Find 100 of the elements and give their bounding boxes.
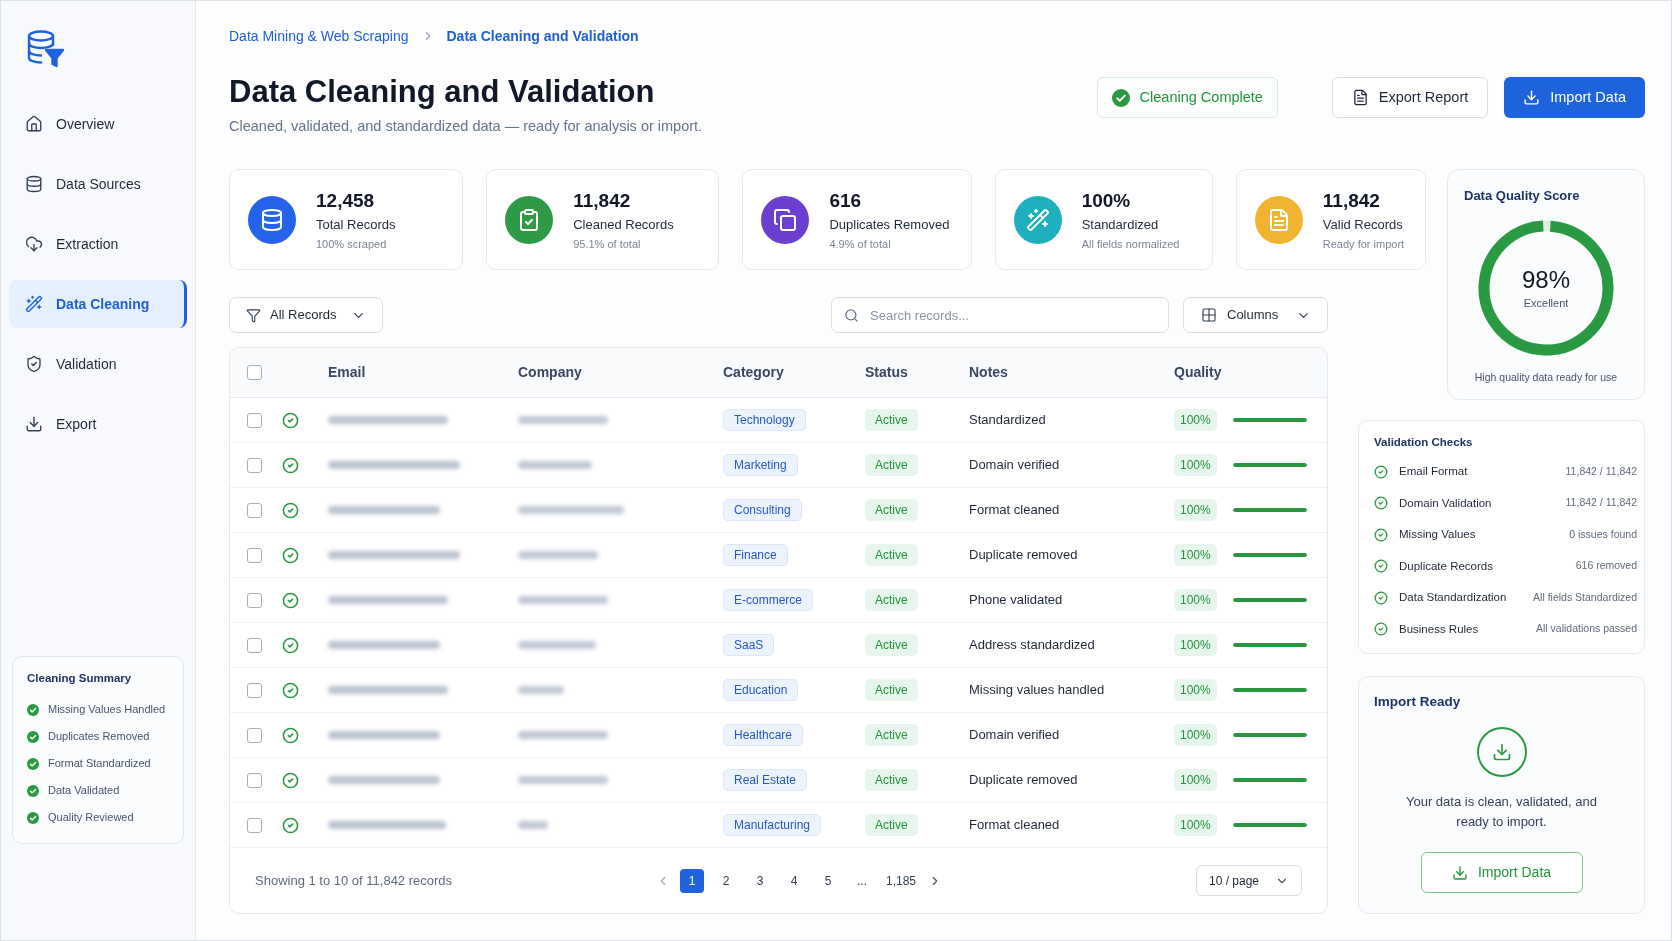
nav-item[interactable]: Overview	[9, 100, 187, 148]
breadcrumb-link[interactable]: Data Mining & Web Scraping	[229, 25, 409, 47]
checkbox[interactable]	[247, 502, 262, 518]
check-label: Domain Validation	[1399, 495, 1492, 511]
status-tag: Active	[865, 409, 918, 431]
import-data-button[interactable]: Import Data	[1420, 852, 1583, 893]
stat-note: All fields normalized	[1081, 236, 1180, 251]
check-result: 0 issues found	[1569, 526, 1637, 542]
nav-item[interactable]: Extraction	[9, 220, 187, 268]
page-button[interactable]: ...	[850, 868, 874, 893]
page-button[interactable]: 5	[816, 868, 840, 893]
cloud-download-icon	[25, 235, 43, 253]
nav-item[interactable]: Data Cleaning	[9, 280, 187, 328]
category-tag: Technology	[723, 409, 806, 431]
category-tag: Education	[723, 679, 799, 701]
import-message: Your data is clean, validated, and ready to import.	[1404, 793, 1598, 831]
stat-note: 4.9% of total	[829, 236, 892, 251]
quality-tag: 100%	[1174, 724, 1217, 746]
checkbox[interactable]	[247, 547, 262, 563]
nav-item[interactable]: Data Sources	[9, 160, 187, 208]
export-report-button[interactable]: Export Report	[1331, 77, 1489, 118]
stat-label: Valid Records	[1322, 215, 1404, 234]
checkbox[interactable]	[247, 457, 262, 473]
status-tag: Active	[865, 724, 918, 746]
stat-label: Total Records	[316, 215, 396, 234]
checkbox[interactable]	[247, 817, 262, 833]
quality-tag: 100%	[1174, 499, 1217, 521]
stat-note: 100% scraped	[316, 236, 388, 251]
check-label: Duplicate Records	[1399, 558, 1493, 574]
page-subtitle: Cleaned, validated, and standardized data — ready for analysis or import.	[229, 117, 703, 136]
check-label: Missing Values	[1399, 527, 1476, 543]
column-header: Email	[328, 363, 366, 382]
magic-wand-icon	[25, 295, 43, 313]
summary-item: Missing Values Handled	[48, 702, 166, 718]
checkbox[interactable]	[247, 637, 262, 653]
database-filter-logo	[26, 29, 66, 69]
page-button[interactable]: 3	[748, 868, 772, 893]
table-cell-text: Address standardized	[969, 636, 1095, 655]
column-header: Company	[518, 363, 582, 382]
table-cell-text: Standardized	[969, 411, 1046, 430]
card-title: Import Ready	[1373, 693, 1461, 711]
status-tag: Active	[865, 634, 918, 656]
records-summary: Showing 1 to 10 of 11,842 records	[255, 871, 454, 890]
check-result: 616 removed	[1575, 558, 1637, 574]
grid-icon	[1201, 307, 1217, 323]
page-title: Data Cleaning and Validation	[229, 73, 656, 111]
page-button[interactable]: 1	[680, 868, 704, 893]
filter-dropdown[interactable]: All Records	[229, 297, 383, 333]
status-badge: Cleaning Complete	[1096, 77, 1278, 118]
card-title: Validation Checks	[1374, 435, 1474, 450]
checkbox[interactable]	[247, 682, 262, 698]
page-button[interactable]: 2	[714, 868, 738, 893]
funnel-icon	[246, 307, 261, 323]
checkbox[interactable]	[247, 365, 262, 380]
stat-value: 616	[829, 188, 863, 213]
card-title: Data Quality Score	[1463, 187, 1580, 205]
import-data-button[interactable]: Import Data	[1504, 77, 1645, 118]
table-cell-text: Duplicate removed	[969, 546, 1078, 565]
table-cell-text: Missing values handled	[969, 681, 1105, 700]
category-tag: E-commerce	[723, 589, 813, 611]
page-button[interactable]: 1,185	[884, 868, 919, 893]
stat-value: 11,842	[1322, 188, 1381, 213]
table-cell-text: Domain verified	[969, 726, 1060, 745]
stat-value: 11,842	[573, 188, 632, 213]
columns-dropdown[interactable]: Columns	[1183, 297, 1328, 333]
nav-item[interactable]: Export	[9, 400, 187, 448]
page-button[interactable]: 4	[782, 868, 806, 893]
check-result: 11,842 / 11,842	[1565, 495, 1637, 511]
checkbox[interactable]	[247, 592, 262, 608]
quality-tag: 100%	[1174, 409, 1217, 431]
database-icon	[25, 175, 43, 193]
check-circle-icon	[1111, 88, 1130, 107]
quality-tag: 100%	[1174, 769, 1217, 791]
table-cell-text: Duplicate removed	[969, 771, 1078, 790]
nav-item[interactable]: Validation	[9, 340, 187, 388]
checkbox[interactable]	[247, 772, 262, 788]
breadcrumb-link[interactable]: Data Cleaning and Validation	[446, 25, 639, 47]
page-size-select[interactable]: 10 / page	[1196, 865, 1302, 896]
check-result: All fields Standardized	[1533, 589, 1637, 605]
search-icon	[844, 307, 859, 323]
summary-item: Quality Reviewed	[48, 810, 134, 826]
checkbox[interactable]	[247, 412, 262, 428]
status-tag: Active	[865, 454, 918, 476]
quality-tag: 100%	[1174, 634, 1217, 656]
check-label: Business Rules	[1399, 621, 1479, 637]
status-tag: Active	[865, 679, 918, 701]
quality-tag: 100%	[1174, 589, 1217, 611]
status-tag: Active	[865, 544, 918, 566]
stat-label: Duplicates Removed	[829, 215, 950, 234]
shield-check-icon	[25, 355, 43, 373]
category-tag: Manufacturing	[723, 814, 822, 836]
table-cell-text: Format cleaned	[969, 501, 1060, 520]
checkbox[interactable]	[247, 727, 262, 743]
status-tag: Active	[865, 589, 918, 611]
stat-note: 95.1% of total	[573, 236, 642, 251]
download-icon	[1451, 864, 1468, 881]
stat-label: Standardized	[1081, 215, 1160, 234]
column-header: Quality	[1174, 363, 1222, 382]
column-header: Status	[865, 363, 908, 382]
search-field[interactable]: Search records...	[831, 297, 1169, 333]
